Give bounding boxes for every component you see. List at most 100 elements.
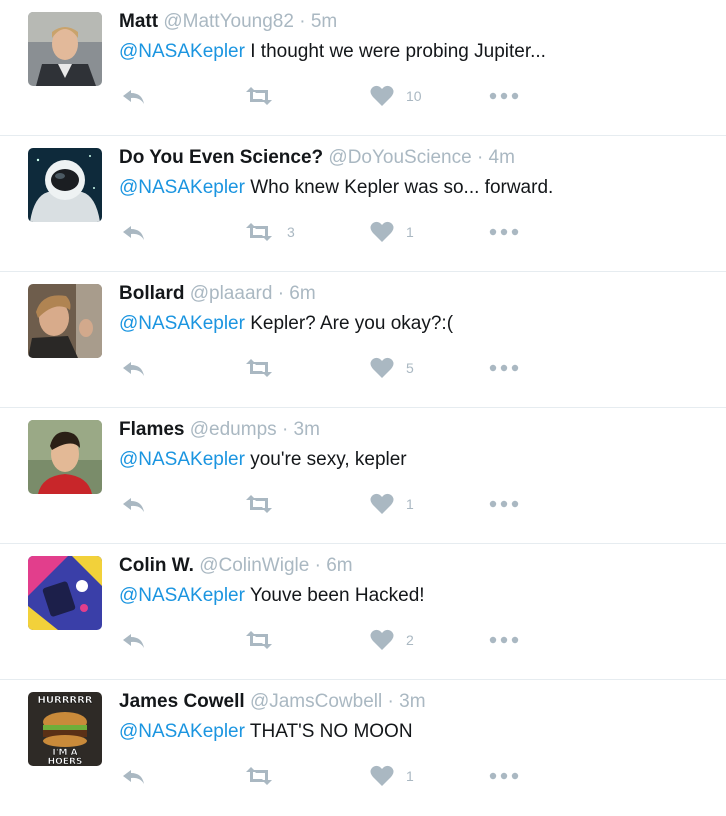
more-button[interactable] xyxy=(489,488,519,520)
reply-icon xyxy=(123,634,144,648)
like-button[interactable]: 10 xyxy=(370,80,422,112)
tweet[interactable]: HURRRRR I'M A HOERS James Cowell @JamsCo… xyxy=(0,680,726,816)
timestamp[interactable]: 4m xyxy=(489,147,515,168)
user-name[interactable]: Bollard xyxy=(119,283,184,304)
retweet-button[interactable] xyxy=(243,488,287,520)
tweet[interactable]: Bollard @plaaard · 6m @NASAKepler Kepler… xyxy=(0,272,726,408)
tweet-text: @NASAKepler Youve been Hacked! xyxy=(119,584,425,608)
like-button[interactable]: 2 xyxy=(370,624,414,656)
more-button[interactable] xyxy=(489,352,519,384)
mention-link[interactable]: @NASAKepler xyxy=(119,177,245,198)
heart-icon xyxy=(370,221,394,242)
more-dots-icon xyxy=(489,636,519,644)
retweet-button[interactable] xyxy=(243,352,287,384)
tweet-actions: 1 xyxy=(0,760,726,792)
more-button[interactable] xyxy=(489,624,519,656)
tweet-text: @NASAKepler Who knew Kepler was so... fo… xyxy=(119,176,553,200)
more-button[interactable] xyxy=(489,216,519,248)
avatar[interactable] xyxy=(28,284,102,358)
like-button[interactable]: 1 xyxy=(370,760,414,792)
user-handle[interactable]: @edumps xyxy=(190,419,277,440)
user-handle[interactable]: @plaaard xyxy=(190,283,273,304)
user-handle[interactable]: @JamsCowbell xyxy=(250,691,382,712)
more-dots-icon xyxy=(489,772,519,780)
like-count: 2 xyxy=(406,632,414,648)
like-button[interactable]: 1 xyxy=(370,488,414,520)
tweet[interactable]: Colin W. @ColinWigle · 6m @NASAKepler Yo… xyxy=(0,544,726,680)
tweet-text: @NASAKepler you're sexy, kepler xyxy=(119,448,407,472)
reply-icon xyxy=(123,498,144,512)
tweet-header: Colin W. @ColinWigle · 6m xyxy=(119,554,353,578)
user-handle[interactable]: @ColinWigle xyxy=(199,555,309,576)
tweet-body: you're sexy, kepler xyxy=(244,449,407,470)
reply-button[interactable] xyxy=(120,352,146,384)
timestamp[interactable]: 3m xyxy=(399,691,425,712)
reply-icon xyxy=(123,90,144,104)
reply-button[interactable] xyxy=(120,216,146,248)
mention-link[interactable]: @NASAKepler xyxy=(119,313,245,334)
reply-button[interactable] xyxy=(120,488,146,520)
mention-link[interactable]: @NASAKepler xyxy=(119,449,245,470)
mention-link[interactable]: @NASAKepler xyxy=(119,585,245,606)
avatar[interactable] xyxy=(28,556,102,630)
retweet-button[interactable] xyxy=(243,80,287,112)
avatar[interactable] xyxy=(28,420,102,494)
heart-icon xyxy=(370,85,394,106)
user-name[interactable]: Do You Even Science? xyxy=(119,147,323,168)
retweet-button[interactable]: 3 xyxy=(243,216,295,248)
like-count: 1 xyxy=(406,496,414,512)
timestamp[interactable]: 3m xyxy=(294,419,320,440)
avatar[interactable]: HURRRRR I'M A HOERS xyxy=(28,692,102,766)
tweet[interactable]: Matt @MattYoung82 · 5m @NASAKepler I tho… xyxy=(0,0,726,136)
heart-icon xyxy=(370,765,394,786)
like-button[interactable]: 5 xyxy=(370,352,414,384)
separator: · xyxy=(314,555,321,576)
avatar-caption-top: HURRRRR xyxy=(38,695,93,706)
user-name[interactable]: Colin W. xyxy=(119,555,194,576)
mention-link[interactable]: @NASAKepler xyxy=(119,41,245,62)
retweet-count: 3 xyxy=(287,224,295,240)
retweet-button[interactable] xyxy=(243,624,287,656)
timestamp[interactable]: 6m xyxy=(326,555,352,576)
heart-icon xyxy=(370,629,394,650)
user-name[interactable]: Flames xyxy=(119,419,184,440)
reply-icon xyxy=(123,362,144,376)
tweet[interactable]: Flames @edumps · 3m @NASAKepler you're s… xyxy=(0,408,726,544)
tweet-actions: 3 1 xyxy=(0,216,726,248)
separator: · xyxy=(387,691,394,712)
heart-icon xyxy=(370,493,394,514)
retweet-icon xyxy=(246,767,272,785)
avatar[interactable] xyxy=(28,12,102,86)
tweet-header: James Cowell @JamsCowbell · 3m xyxy=(119,690,426,714)
like-button[interactable]: 1 xyxy=(370,216,414,248)
reply-icon xyxy=(123,770,144,784)
retweet-icon xyxy=(246,223,272,241)
reply-button[interactable] xyxy=(120,760,146,792)
mention-link[interactable]: @NASAKepler xyxy=(119,721,245,742)
more-button[interactable] xyxy=(489,760,519,792)
tweet-feed: Matt @MattYoung82 · 5m @NASAKepler I tho… xyxy=(0,0,726,800)
reply-button[interactable] xyxy=(120,80,146,112)
separator: · xyxy=(281,419,289,440)
user-handle[interactable]: @DoYouScience xyxy=(328,147,471,168)
user-name[interactable]: James Cowell xyxy=(119,691,245,712)
avatar[interactable] xyxy=(28,148,102,222)
more-dots-icon xyxy=(489,364,519,372)
timestamp[interactable]: 5m xyxy=(311,11,337,32)
heart-icon xyxy=(370,357,394,378)
tweet-actions: 10 xyxy=(0,80,726,112)
more-dots-icon xyxy=(489,500,519,508)
like-count: 10 xyxy=(406,88,422,104)
tweet-header: Matt @MattYoung82 · 5m xyxy=(119,10,337,34)
tweet[interactable]: Do You Even Science? @DoYouScience · 4m … xyxy=(0,136,726,272)
reply-button[interactable] xyxy=(120,624,146,656)
retweet-button[interactable] xyxy=(243,760,287,792)
tweet-body: I thought we were probing Jupiter... xyxy=(244,41,546,62)
more-button[interactable] xyxy=(489,80,519,112)
user-name[interactable]: Matt xyxy=(119,11,158,32)
timestamp[interactable]: 6m xyxy=(289,283,315,304)
tweet-actions: 1 xyxy=(0,488,726,520)
user-handle[interactable]: @MattYoung82 xyxy=(163,11,294,32)
tweet-text: @NASAKepler THAT'S NO MOON xyxy=(119,720,413,744)
tweet-body: Who knew Kepler was so... forward. xyxy=(244,177,554,198)
